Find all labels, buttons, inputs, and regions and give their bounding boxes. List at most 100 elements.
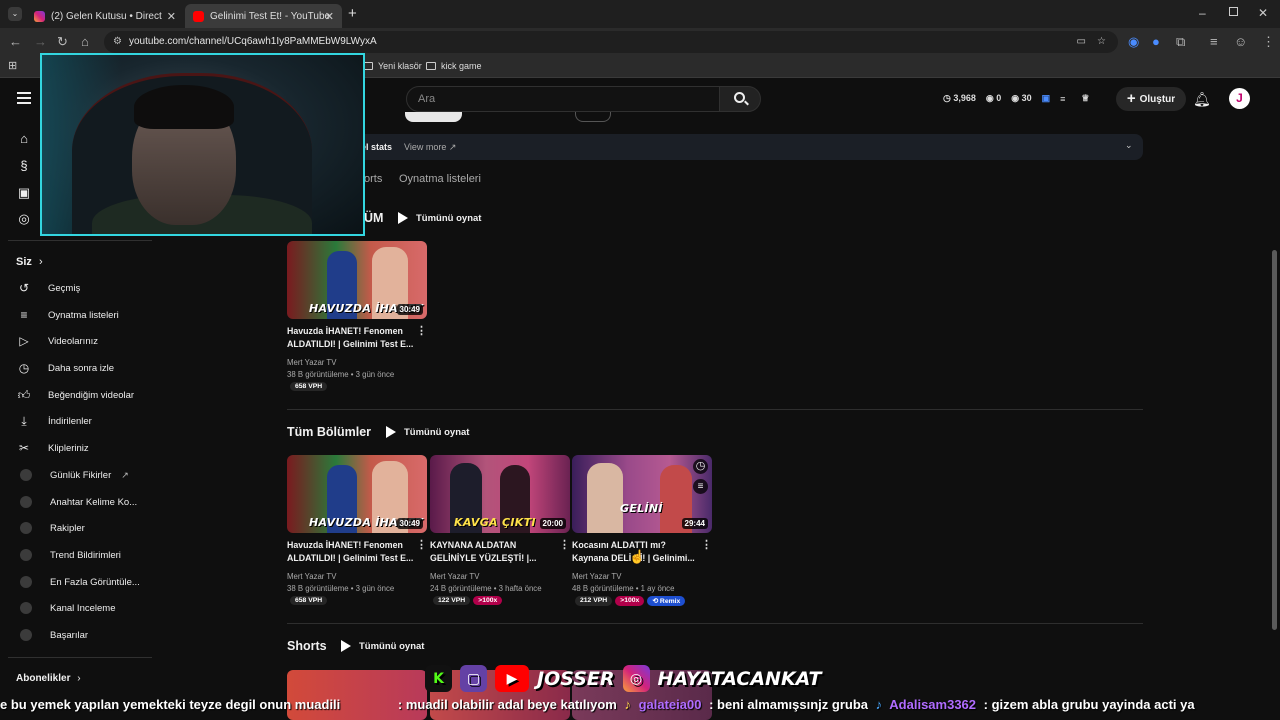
forward-icon[interactable]: →: [34, 34, 47, 49]
chat-username: galateia00: [638, 697, 702, 712]
channel-name[interactable]: Mert Yazar TV: [430, 571, 479, 583]
video-thumbnail[interactable]: KAVGA ÇIKTI 20:00: [430, 455, 570, 533]
subscriptions-icon[interactable]: ▣: [17, 186, 31, 200]
tab-search-button[interactable]: ⌄: [8, 7, 22, 21]
sidebar-ext-daily-ideas[interactable]: Günlük Fikirler ↗: [16, 465, 152, 485]
likes-stat: ◉ 0: [985, 93, 1002, 103]
more-options-icon[interactable]: ⋮: [559, 538, 570, 551]
tab-youtube[interactable]: Gelinimi Test Et! - YouTube ✕: [185, 4, 342, 28]
bookmark-folder[interactable]: Yeni klasör: [363, 61, 422, 71]
video-title[interactable]: KAYNANA ALDATAN GELİNİYLE YÜZLEŞTİ! |...: [430, 539, 558, 565]
sidebar-ext-most-viewed[interactable]: En Fazla Görüntüle...: [16, 572, 152, 592]
guide-menu-icon[interactable]: [17, 92, 31, 104]
video-thumbnail[interactable]: GELİNİ 29:44 ◷ ≡: [572, 455, 712, 533]
outlier-badge: >100x: [473, 596, 503, 605]
new-tab-button[interactable]: +: [348, 5, 357, 22]
section-title: ÜM: [364, 211, 384, 225]
search-input[interactable]: Ara: [406, 86, 720, 112]
cast-icon[interactable]: ▭: [1077, 31, 1086, 53]
video-title[interactable]: Havuzda İHANET! Fenomen ALDATILDI! | Gel…: [287, 539, 415, 565]
add-to-queue-icon[interactable]: ≡: [693, 479, 708, 494]
media-icon[interactable]: ≡: [1210, 34, 1218, 49]
sidebar-item-your-videos[interactable]: ▷ Videolarınız: [16, 331, 152, 351]
section-divider: [287, 409, 1143, 410]
play-all-button[interactable]: Tümünü oynat: [386, 426, 469, 438]
sidebar-you-heading[interactable]: Siz ›: [16, 256, 43, 268]
more-options-icon[interactable]: ⋮: [701, 538, 712, 551]
extension-icon[interactable]: ◉: [1128, 34, 1139, 50]
sidebar-item-history[interactable]: ↺ Geçmiş: [16, 278, 152, 298]
maximize-button[interactable]: [1229, 7, 1238, 16]
chevron-down-icon[interactable]: ⌄: [1125, 140, 1133, 151]
close-icon[interactable]: ✕: [325, 10, 334, 23]
create-button[interactable]: + Oluştur: [1116, 87, 1186, 111]
sidebar-ext-channel-review[interactable]: Kanal Inceleme: [16, 598, 152, 618]
apps-icon[interactable]: ⊞: [8, 59, 17, 72]
avatar[interactable]: J: [1229, 88, 1250, 109]
channel-name[interactable]: Mert Yazar TV: [287, 571, 336, 583]
vph-badge: 122 VPH: [433, 596, 471, 605]
shorts-icon[interactable]: §: [17, 159, 31, 173]
tab-playlists[interactable]: Oynatma listeleri: [399, 173, 481, 185]
tab-instagram[interactable]: (2) Gelen Kutusu • Direct ✕: [26, 4, 184, 28]
view-more-link[interactable]: View more ↗: [404, 142, 456, 153]
bookmark-folder[interactable]: kick game: [426, 61, 482, 71]
sidebar-ext-trend-alerts[interactable]: Trend Bildirimleri: [16, 545, 152, 565]
tab-shorts[interactable]: orts: [364, 173, 382, 185]
channel-name[interactable]: Mert Yazar TV: [572, 571, 621, 583]
watch-later-icon[interactable]: ◷: [693, 459, 708, 474]
scrollbar-thumb[interactable]: [1272, 250, 1277, 630]
chat-message: : gizem abla grubu yayinda acti ya: [983, 697, 1195, 712]
stream-promo-overlay: K ▢ ▶ JOSSER ◎ HAYATACANKAT: [425, 665, 822, 692]
minimize-button[interactable]: –: [1199, 6, 1206, 20]
home-icon[interactable]: ⌂: [17, 132, 31, 146]
watch-later-icon: ◷: [18, 361, 30, 375]
channel-icon[interactable]: ◎: [17, 212, 31, 226]
vph-badge: 658 VPH: [290, 596, 328, 605]
chevron-right-icon: ›: [77, 673, 81, 684]
video-thumbnail[interactable]: HAVUZDA İHANET 30:49: [287, 455, 427, 533]
twitch-icon: ▢: [460, 665, 487, 692]
play-all-button[interactable]: Tümünü oynat: [341, 640, 424, 652]
menu-icon[interactable]: ⋮: [1262, 34, 1275, 50]
remix-icon: ⟲: [652, 598, 659, 605]
back-icon[interactable]: ←: [9, 34, 22, 49]
sidebar-ext-keyword[interactable]: Anahtar Kelime Ko...: [16, 492, 152, 512]
search-button[interactable]: [719, 86, 761, 112]
extensions-puzzle-icon[interactable]: ⧉: [1176, 34, 1185, 50]
video-thumbnail[interactable]: HAVUZDA İHANET 30:49: [287, 241, 427, 319]
badge-icon: ♪: [875, 697, 883, 712]
more-options-icon[interactable]: ⋮: [416, 538, 427, 551]
play-all-button[interactable]: Tümünü oynat: [398, 212, 481, 224]
site-info-icon[interactable]: ⚙: [113, 31, 122, 53]
sidebar-subscriptions-heading[interactable]: Abonelikler ›: [16, 673, 81, 684]
list-icon[interactable]: ≡: [1060, 94, 1065, 104]
channel-name[interactable]: Mert Yazar TV: [287, 357, 336, 369]
extension-icon[interactable]: ●: [1152, 34, 1160, 49]
sidebar-ext-achievements[interactable]: Başarılar: [16, 625, 152, 645]
tab-strip: ⌄ (2) Gelen Kutusu • Direct ✕ Gelinimi T…: [0, 0, 1280, 28]
kick-icon: K: [425, 665, 452, 692]
url-field[interactable]: ⚙ youtube.com/channel/UCq6awh1Iy8PaMMEbW…: [104, 31, 1118, 53]
home-icon[interactable]: ⌂: [81, 34, 89, 49]
extension-badge-icon[interactable]: ▣: [1042, 93, 1051, 104]
duration-badge: 20:00: [539, 518, 566, 529]
scissors-icon: ✂: [18, 441, 30, 455]
sidebar-item-watch-later[interactable]: ◷ Daha sonra izle: [16, 358, 152, 378]
star-icon[interactable]: ☆: [1097, 31, 1106, 53]
more-options-icon[interactable]: ⋮: [416, 324, 427, 337]
sidebar-divider: [8, 657, 152, 658]
sidebar-item-playlists[interactable]: ≡ Oynatma listeleri: [16, 305, 152, 325]
sidebar-item-liked[interactable]: 👍︎ Beğendiğim videolar: [16, 385, 152, 405]
notifications-bell-icon[interactable]: 🔔︎: [1193, 91, 1211, 108]
sidebar-item-downloads[interactable]: ⤓ İndirilenler: [16, 411, 152, 431]
video-title[interactable]: Havuzda İHANET! Fenomen ALDATILDI! | Gel…: [287, 325, 415, 351]
close-window-button[interactable]: ✕: [1258, 6, 1268, 20]
sidebar-ext-competitors[interactable]: Rakipler: [16, 518, 152, 538]
profile-icon[interactable]: ☺: [1234, 34, 1247, 49]
trophy-icon[interactable]: ♕: [1081, 93, 1089, 104]
duration-badge: 30:49: [396, 304, 423, 315]
reload-icon[interactable]: ↻: [57, 34, 68, 50]
sidebar-item-clips[interactable]: ✂ Klipleriniz: [16, 438, 152, 458]
close-icon[interactable]: ✕: [167, 10, 176, 23]
